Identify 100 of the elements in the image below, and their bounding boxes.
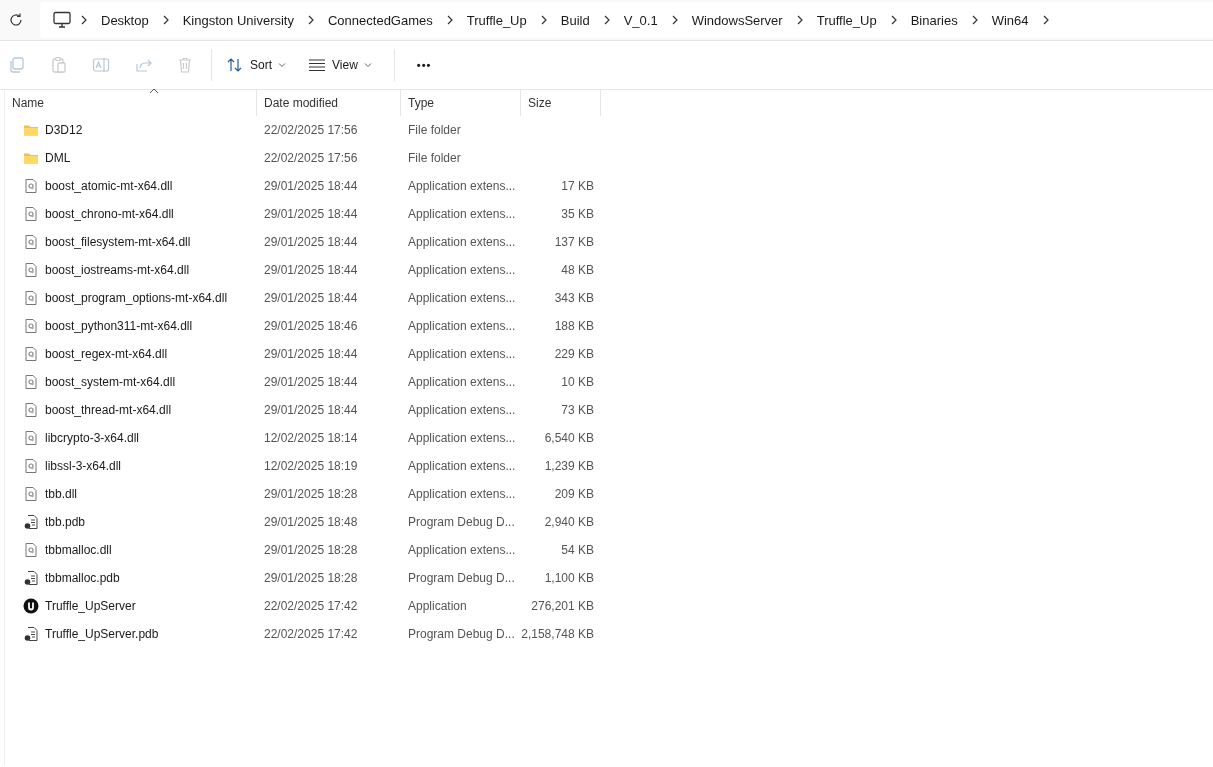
size-cell-text: 343 KB [553,291,595,305]
date-cell-text: 29/01/2025 18:44 [263,207,359,221]
gear-file-icon [23,430,39,446]
file-name[interactable]: boost_python311-mt-x64.dll [45,319,193,333]
type-cell-text: Program Debug D... [407,571,516,585]
gear-file-icon [23,346,39,362]
breadcrumb-item[interactable]: Win64 [987,8,1033,32]
date-cell-text: 29/01/2025 18:44 [263,263,359,277]
date-cell-text: 12/02/2025 18:14 [263,431,359,445]
file-name[interactable]: boost_iostreams-mt-x64.dll [45,263,190,277]
type-cell-text: Application extens... [407,543,517,557]
document-icon [23,514,39,530]
copy-icon[interactable] [8,56,26,74]
document-icon [23,626,39,642]
date-cell-text: 29/01/2025 18:28 [263,543,359,557]
gear-file-icon [23,318,39,334]
type-cell-text: Application extens... [407,263,517,277]
gear-file-icon [23,458,39,474]
caret-icon [278,62,286,68]
breadcrumb-item[interactable]: Truffle_Up [812,8,881,32]
file-name[interactable]: boost_program_options-mt-x64.dll [45,291,228,305]
computer-icon[interactable] [52,11,72,29]
gear-file-icon [23,374,39,390]
date-cell-text: 22/02/2025 17:42 [263,627,359,641]
size-cell-text: 2,158,748 KB [521,627,595,641]
size-cell-text: 276,201 KB [530,599,595,613]
file-name[interactable]: D3D12 [45,123,83,137]
chevron-icon [795,14,804,26]
type-cell-text: Application extens... [407,403,517,417]
chevron-icon [539,14,548,26]
date-cell-text: 29/01/2025 18:48 [263,515,359,529]
app-logo-icon [23,598,39,614]
date-cell-text: 29/01/2025 18:44 [263,235,359,249]
file-name[interactable]: libssl-3-x64.dll [45,459,122,473]
gear-file-icon [23,262,39,278]
breadcrumb-item[interactable]: V_0.1 [619,8,662,32]
chevron-icon [1041,14,1050,26]
date-cell-text: 22/02/2025 17:56 [263,151,359,165]
file-name[interactable]: boost_atomic-mt-x64.dll [45,179,173,193]
file-name[interactable]: boost_thread-mt-x64.dll [45,403,172,417]
breadcrumb-item[interactable]: Binaries [906,8,962,32]
chevron-icon [889,14,898,26]
file-name[interactable]: libcrypto-3-x64.dll [45,431,140,445]
file-name[interactable]: Truffle_UpServer [45,599,136,613]
size-cell-text: 2,940 KB [543,515,595,529]
size-cell-text: 54 KB [560,543,595,557]
sort-button[interactable]: Sort [218,53,294,77]
date-cell-text: 29/01/2025 18:46 [263,319,359,333]
breadcrumb-item[interactable]: Kingston University [178,8,298,32]
breadcrumb-item[interactable]: Truffle_Up [462,8,531,32]
type-cell-text: Program Debug D... [407,515,516,529]
gear-file-icon [23,178,39,194]
breadcrumb-item[interactable]: Build [556,8,594,32]
file-name[interactable]: tbb.pdb [45,515,86,529]
type-cell-text: Application extens... [407,207,517,221]
gear-file-icon [23,486,39,502]
file-name[interactable]: boost_filesystem-mt-x64.dll [45,235,191,249]
gear-file-icon [23,290,39,306]
file-name[interactable]: tbbmalloc.dll [45,543,112,557]
refresh-icon[interactable] [8,12,24,28]
file-name[interactable]: boost_chrono-mt-x64.dll [45,207,174,221]
size-cell-text: 1,239 KB [543,459,595,473]
size-cell-text: 48 KB [560,263,595,277]
file-name[interactable]: boost_system-mt-x64.dll [45,375,176,389]
more-button[interactable]: ••• [408,55,440,75]
column-header[interactable]: Size [521,90,601,116]
chevron-icon [80,14,88,26]
type-cell-text: Application extens... [407,291,517,305]
file-name[interactable]: DML [45,151,71,165]
column-header[interactable]: Name [5,90,257,116]
size-cell-text: 1,100 KB [543,571,595,585]
date-cell-text: 29/01/2025 18:44 [263,347,359,361]
size-cell-text: 188 KB [553,319,595,333]
trash-icon[interactable] [176,56,194,74]
size-cell-text: 209 KB [553,487,595,501]
column-header[interactable]: Date modified [257,90,401,116]
sort-ascending-icon [149,88,159,94]
date-cell-text: 22/02/2025 17:42 [263,599,359,613]
size-cell-text: 229 KB [553,347,595,361]
list-icon [308,58,326,72]
column-header[interactable]: Type [401,90,521,116]
breadcrumb-item[interactable]: Desktop [97,8,153,32]
date-cell-text: 29/01/2025 18:28 [263,487,359,501]
breadcrumb-item[interactable]: ConnectedGames [324,8,437,32]
date-cell-text: 29/01/2025 18:28 [263,571,359,585]
file-name[interactable]: boost_regex-mt-x64.dll [45,347,168,361]
chevron-icon [670,14,679,26]
sort-icon [226,57,244,73]
date-cell-text: 12/02/2025 18:19 [263,459,359,473]
rename-icon[interactable] [92,56,110,74]
clipboard-icon[interactable] [50,56,68,74]
view-button[interactable]: View [300,54,380,76]
file-name[interactable]: tbbmalloc.pdb [45,571,120,585]
size-cell-text: 35 KB [560,207,595,221]
file-name[interactable]: Truffle_UpServer.pdb [45,627,159,641]
type-cell-text: Program Debug D... [407,627,516,641]
breadcrumb-item[interactable]: WindowsServer [687,8,787,32]
chevron-icon [602,14,611,26]
date-cell-text: 22/02/2025 17:56 [263,123,359,137]
file-name[interactable]: tbb.dll [45,487,78,501]
